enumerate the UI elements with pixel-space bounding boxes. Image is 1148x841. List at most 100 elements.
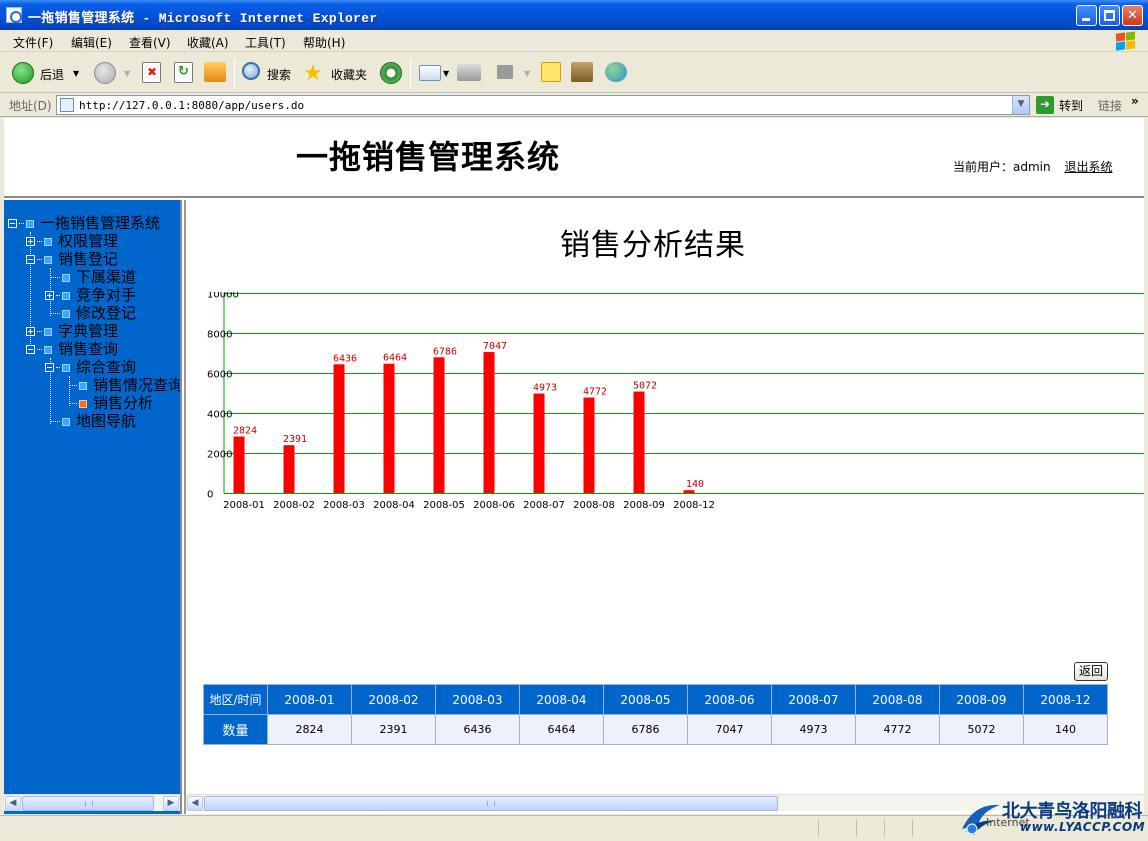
tree-item-label[interactable]: 下属渠道 — [76, 268, 136, 286]
tree-root[interactable]: 一拖销售管理系统 — [8, 214, 160, 232]
expand-icon[interactable] — [45, 291, 54, 300]
menu-tools[interactable]: 工具(T) — [245, 34, 286, 51]
links-chevron-icon[interactable]: » — [1131, 94, 1139, 108]
tree-item-competitors[interactable]: 竞争对手 — [45, 286, 136, 304]
mail-icon[interactable] — [419, 65, 441, 81]
tree-item-comprehensive-query[interactable]: 综合查询 — [45, 358, 136, 376]
tree-item-label[interactable]: 修改登记 — [76, 304, 136, 322]
research-icon[interactable] — [571, 62, 593, 82]
search-button[interactable]: 搜索 — [267, 66, 291, 83]
x-tick-label: 2008-08 — [573, 500, 615, 511]
tree-root-label[interactable]: 一拖销售管理系统 — [40, 214, 160, 232]
expand-icon[interactable] — [26, 327, 35, 336]
discuss-icon[interactable] — [541, 62, 561, 82]
history-icon[interactable] — [380, 62, 402, 84]
print-icon[interactable] — [457, 64, 481, 81]
tree-item-permissions[interactable]: 权限管理 — [26, 232, 118, 250]
tree-item-label[interactable]: 竞争对手 — [76, 286, 136, 304]
data-label: 4973 — [533, 383, 557, 394]
collapse-icon[interactable] — [8, 219, 17, 228]
stop-icon[interactable]: ✖ — [142, 62, 161, 83]
ie-icon — [6, 7, 22, 23]
y-tick-label: 10000 — [207, 292, 239, 301]
bar — [433, 357, 445, 493]
collapse-icon[interactable] — [26, 345, 35, 354]
x-tick-label: 2008-06 — [473, 500, 515, 511]
messenger-icon[interactable] — [605, 62, 627, 82]
tree-item-label[interactable]: 销售查询 — [58, 340, 118, 358]
address-url[interactable]: http://127.0.0.1:8080/app/users.do — [79, 99, 304, 112]
address-input[interactable]: http://127.0.0.1:8080/app/users.do ▼ — [56, 95, 1030, 115]
menu-help[interactable]: 帮助(H) — [303, 34, 345, 51]
tree-item-dictionary[interactable]: 字典管理 — [26, 322, 118, 340]
back-dropdown-icon[interactable]: ▼ — [73, 69, 79, 78]
y-tick-label: 4000 — [207, 410, 232, 421]
edit-icon[interactable] — [497, 65, 513, 79]
status-pane — [856, 819, 882, 837]
menu-view[interactable]: 查看(V) — [129, 34, 171, 51]
sidebar-horizontal-scrollbar[interactable]: ◀ ▶ — [4, 794, 180, 811]
tree-item-map-navigation[interactable]: 地图导航 — [50, 412, 136, 430]
menu-edit[interactable]: 编辑(E) — [71, 34, 112, 51]
tree-item-label[interactable]: 销售情况查询 — [93, 376, 180, 394]
edit-dropdown-icon[interactable]: ▼ — [524, 69, 530, 78]
mail-dropdown-icon[interactable]: ▼ — [443, 69, 449, 78]
tree-item-label[interactable]: 销售登记 — [58, 250, 118, 268]
x-tick-label: 2008-02 — [273, 500, 315, 511]
expand-icon[interactable] — [26, 237, 35, 246]
links-button[interactable]: 链接 — [1098, 97, 1122, 114]
minimize-button[interactable] — [1076, 5, 1097, 26]
menu-file[interactable]: 文件(F) — [13, 34, 53, 51]
title-bar: 一拖销售管理系统 - Microsoft Internet Explorer ✕ — [0, 0, 1148, 30]
logout-link[interactable]: 退出系统 — [1064, 160, 1112, 174]
favorites-star-icon[interactable]: ★ — [303, 61, 323, 86]
table-cell: 140 — [1023, 714, 1108, 745]
forward-arrow-icon[interactable] — [94, 62, 116, 84]
address-dropdown-icon[interactable]: ▼ — [1012, 96, 1029, 114]
tree-item-sales-analysis[interactable]: 销售分析 — [69, 394, 153, 412]
tree-item-label[interactable]: 综合查询 — [76, 358, 136, 376]
tree-item-modify-registration[interactable]: 修改登记 — [50, 304, 136, 322]
collapse-icon[interactable] — [45, 363, 54, 372]
scrollbar-thumb[interactable] — [204, 796, 778, 811]
refresh-icon[interactable]: ↻ — [174, 62, 193, 83]
tree-item-sales-query[interactable]: 销售查询 — [26, 340, 118, 358]
scroll-left-icon[interactable]: ◀ — [187, 796, 203, 811]
home-icon[interactable] — [204, 62, 226, 82]
tree-item-channels[interactable]: 下属渠道 — [50, 268, 136, 286]
status-pane — [818, 819, 854, 837]
scroll-right-icon[interactable]: ▶ — [163, 796, 179, 811]
tree-item-label[interactable]: 权限管理 — [58, 232, 118, 250]
tree-connector — [50, 421, 60, 422]
tree-connector — [37, 259, 42, 260]
x-tick-label: 2008-04 — [373, 500, 415, 511]
close-button[interactable]: ✕ — [1122, 5, 1143, 26]
table-header-cell: 2008-03 — [435, 684, 520, 715]
maximize-button[interactable] — [1099, 5, 1120, 26]
search-icon[interactable] — [242, 62, 260, 80]
user-info: 当前用户：admin 退出系统 — [953, 158, 1112, 175]
back-button[interactable]: 返回 — [1074, 662, 1108, 681]
bar — [483, 352, 495, 493]
site-header: 一拖销售管理系统 当前用户：admin 退出系统 — [4, 118, 1144, 198]
menu-favorites[interactable]: 收藏(A) — [187, 34, 229, 51]
tree-item-label[interactable]: 销售分析 — [93, 394, 153, 412]
tree-item-sales-registration[interactable]: 销售登记 — [26, 250, 118, 268]
table-cell: 4973 — [771, 714, 856, 745]
go-arrow-icon[interactable]: ➜ — [1036, 96, 1054, 114]
table-header-cell: 2008-09 — [939, 684, 1024, 715]
tree-item-label[interactable]: 字典管理 — [58, 322, 118, 340]
scrollbar-thumb[interactable] — [22, 796, 154, 811]
back-button[interactable]: 后退 — [40, 66, 64, 83]
data-label: 140 — [686, 479, 704, 490]
scroll-left-icon[interactable]: ◀ — [5, 796, 21, 811]
back-arrow-icon[interactable] — [12, 62, 34, 84]
forward-dropdown-icon[interactable]: ▼ — [124, 69, 130, 78]
favorites-button[interactable]: 收藏夹 — [331, 66, 367, 83]
tree-item-sales-status-query[interactable]: 销售情况查询 — [69, 376, 180, 394]
tree-item-label[interactable]: 地图导航 — [76, 412, 136, 430]
table-cell: 2391 — [351, 714, 436, 745]
collapse-icon[interactable] — [26, 255, 35, 264]
go-button[interactable]: 转到 — [1059, 97, 1083, 114]
current-user-label: 当前用户：admin — [953, 160, 1051, 174]
